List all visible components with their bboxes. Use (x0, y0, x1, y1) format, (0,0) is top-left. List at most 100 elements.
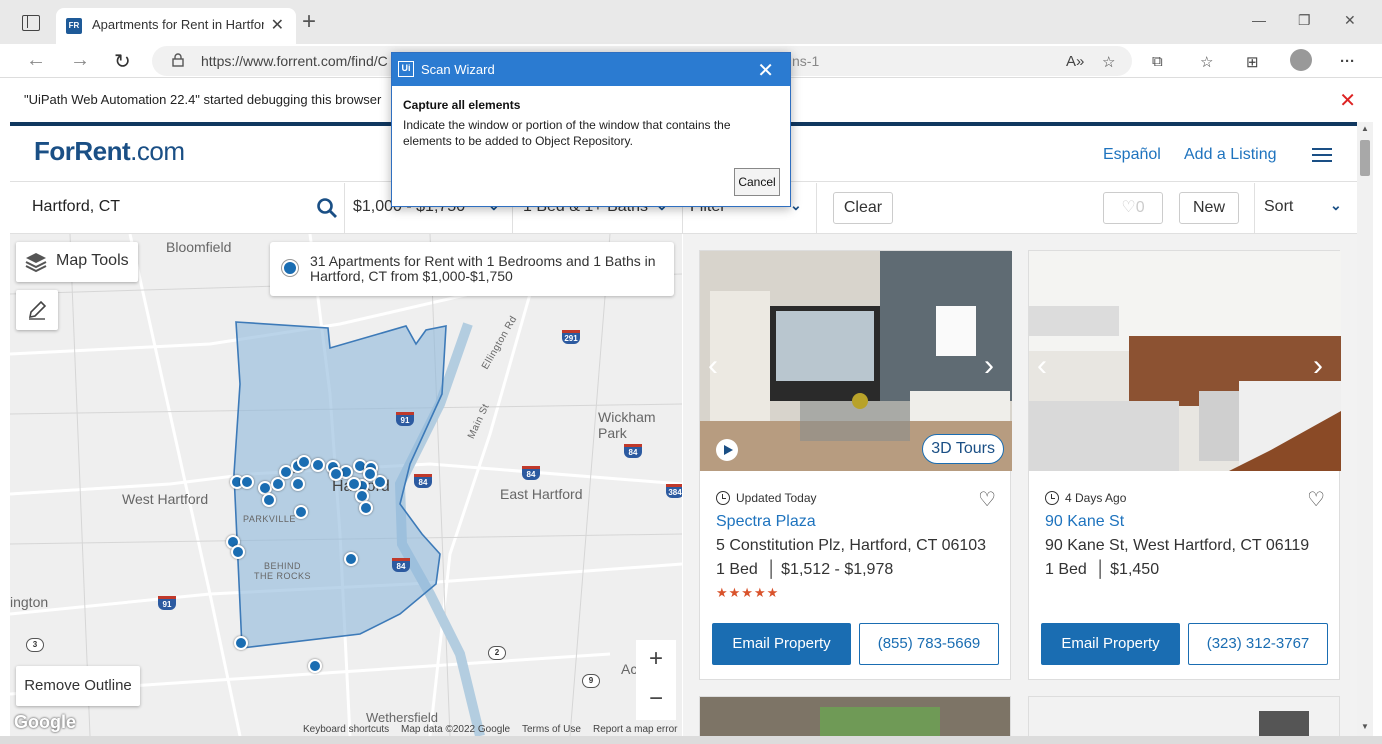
restore-icon[interactable]: ❐ (1298, 12, 1311, 29)
listing-beds-price: 1 Bed │ $1,512 - $1,978 (716, 561, 894, 578)
clock-icon (1045, 491, 1059, 505)
forward-icon[interactable]: → (70, 49, 90, 72)
new-tab-icon[interactable]: + (302, 10, 316, 34)
map-label-ac: Ac (621, 661, 638, 677)
listing-card[interactable]: ‹ › 3D Tours Updated Today ♡ Spectra Pla… (699, 250, 1012, 680)
map-marker-icon[interactable] (363, 467, 377, 481)
listing-card-partial[interactable] (1028, 696, 1340, 736)
map-marker-icon[interactable] (297, 455, 311, 469)
scroll-down-icon[interactable]: ▼ (1361, 722, 1369, 731)
divider (1254, 183, 1255, 234)
map-marker-icon[interactable] (294, 505, 308, 519)
search-icon[interactable] (316, 197, 338, 219)
listing-name-link[interactable]: Spectra Plaza (716, 513, 816, 531)
location-search-input[interactable]: Hartford, CT (32, 198, 120, 216)
nav-add-listing-link[interactable]: Add a Listing (1184, 146, 1277, 164)
google-logo: Google (14, 712, 76, 732)
favorite-star-icon[interactable]: ☆ (1102, 53, 1115, 71)
draw-button[interactable] (16, 290, 58, 330)
zoom-out-button[interactable]: − (636, 680, 676, 720)
infobar-close-icon[interactable]: ✕ (1339, 88, 1356, 113)
map-marker-icon[interactable] (344, 552, 358, 566)
3d-tours-badge[interactable]: 3D Tours (922, 434, 1004, 464)
favorite-heart-icon[interactable]: ♡ (1307, 487, 1325, 512)
more-menu-icon[interactable]: ··· (1340, 53, 1355, 70)
map-marker-icon[interactable] (262, 493, 276, 507)
keyboard-shortcuts-link[interactable]: Keyboard shortcuts (303, 724, 389, 735)
report-error-link[interactable]: Report a map error (593, 724, 677, 735)
listing-card-partial[interactable] (699, 696, 1011, 736)
zoom-in-button[interactable]: + (636, 640, 676, 680)
interstate-shield-icon: 84 (392, 558, 410, 572)
prev-photo-icon[interactable]: ‹ (1037, 349, 1047, 383)
interstate-shield-icon: 291 (562, 330, 580, 344)
favorites-button[interactable]: ♡0 (1103, 192, 1163, 224)
new-button[interactable]: New (1179, 192, 1239, 224)
read-aloud-icon[interactable]: A» (1066, 53, 1084, 70)
interstate-shield-icon: 84 (414, 474, 432, 488)
map-marker-icon[interactable] (234, 636, 248, 650)
site-logo[interactable]: ForRent.com (34, 136, 185, 167)
sort-dropdown[interactable]: Sort (1264, 198, 1293, 216)
listing-name-link[interactable]: 90 Kane St (1045, 513, 1124, 531)
email-property-button[interactable]: Email Property (1041, 623, 1180, 665)
map-label-east-hartford: East Hartford (500, 486, 583, 502)
clock-icon (716, 491, 730, 505)
map-marker-icon[interactable] (231, 545, 245, 559)
extensions-icon[interactable]: ⧉ (1152, 53, 1163, 70)
next-photo-icon[interactable]: › (1313, 349, 1323, 383)
dialog-close-icon[interactable]: ✕ (757, 58, 774, 83)
bottom-strip (0, 736, 1382, 744)
map[interactable]: Bloomfield West Hartford East Hartford W… (10, 234, 682, 736)
chevron-down-icon[interactable]: ⌄ (790, 197, 802, 214)
profile-avatar[interactable] (1290, 49, 1312, 71)
favorites-icon[interactable]: ☆ (1200, 53, 1213, 71)
collections-icon[interactable]: ⊞ (1246, 53, 1259, 71)
browser-tab[interactable]: FR Apartments for Rent in Hartford, CT ✕ (56, 8, 296, 44)
hamburger-menu-icon[interactable] (1312, 148, 1332, 162)
interstate-shield-icon: 91 (158, 596, 176, 610)
window-close-icon[interactable]: ✕ (1344, 12, 1356, 29)
map-marker-icon[interactable] (308, 659, 322, 673)
phone-button[interactable]: (323) 312-3767 (1188, 623, 1328, 665)
tab-actions-icon[interactable] (22, 15, 40, 31)
next-photo-icon[interactable]: › (984, 349, 994, 383)
listing-card[interactable]: ‹ › 4 Days Ago ♡ 90 Kane St 90 Kane St, … (1028, 250, 1341, 680)
clear-button[interactable]: Clear (833, 192, 893, 224)
scrollbar-thumb[interactable] (1360, 140, 1370, 176)
map-marker-icon[interactable] (347, 477, 361, 491)
minimize-icon[interactable]: — (1252, 12, 1266, 28)
map-marker-icon[interactable] (311, 458, 325, 472)
tab-title: Apartments for Rent in Hartford, CT (92, 17, 264, 32)
remove-outline-button[interactable]: Remove Outline (16, 666, 140, 706)
terms-link[interactable]: Terms of Use (522, 724, 581, 735)
chevron-down-icon[interactable]: ⌄ (1330, 197, 1342, 214)
back-icon[interactable]: ← (26, 49, 46, 72)
lock-icon (172, 53, 184, 67)
tab-close-icon[interactable]: ✕ (271, 15, 284, 35)
email-property-button[interactable]: Email Property (712, 623, 851, 665)
play-icon[interactable] (716, 439, 738, 461)
page-scrollbar[interactable]: ▲ ▼ (1357, 122, 1373, 736)
debug-message: "UiPath Web Automation 22.4" started deb… (24, 92, 382, 107)
scroll-up-icon[interactable]: ▲ (1361, 124, 1369, 133)
map-marker-icon[interactable] (240, 475, 254, 489)
uipath-icon: Ui (398, 61, 414, 77)
map-marker-icon[interactable] (291, 477, 305, 491)
map-marker-icon[interactable] (329, 467, 343, 481)
listing-photo[interactable]: ‹ › 3D Tours (700, 251, 1012, 471)
map-label-parkville: PARKVILLE (243, 514, 296, 524)
listing-photo[interactable]: ‹ › (1029, 251, 1341, 471)
divider (816, 183, 817, 234)
nav-espanol-link[interactable]: Español (1103, 146, 1161, 164)
map-label-bloomfield: Bloomfield (166, 239, 232, 255)
map-tools-button[interactable]: Map Tools (16, 242, 138, 282)
marker-legend-icon (282, 260, 298, 276)
prev-photo-icon[interactable]: ‹ (708, 349, 718, 383)
phone-button[interactable]: (855) 783-5669 (859, 623, 999, 665)
map-marker-icon[interactable] (359, 501, 373, 515)
map-marker-icon[interactable] (271, 477, 285, 491)
refresh-icon[interactable]: ↻ (114, 49, 131, 74)
favorite-heart-icon[interactable]: ♡ (978, 487, 996, 512)
cancel-button[interactable]: Cancel (734, 168, 780, 196)
